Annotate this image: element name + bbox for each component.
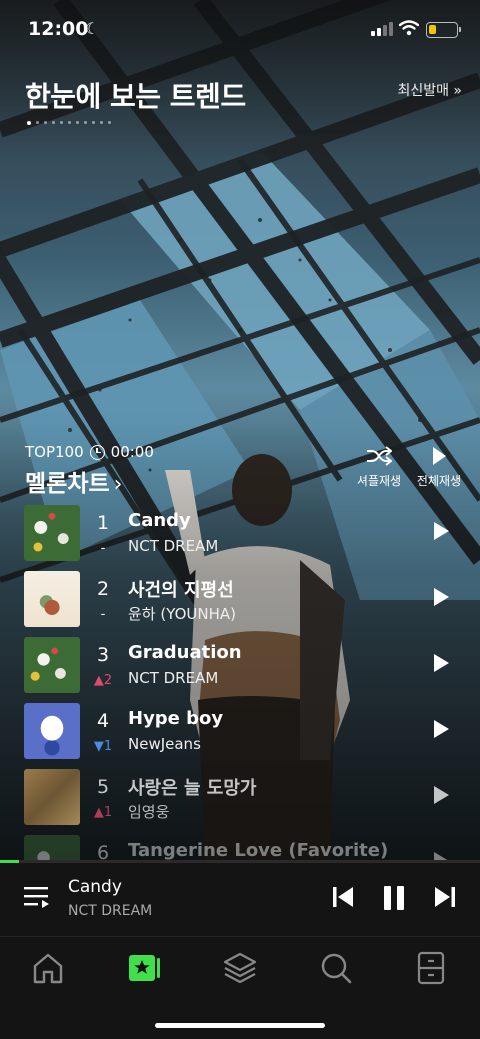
album-art	[24, 769, 80, 825]
chart-title-link[interactable]: 멜론차트 ›	[25, 464, 122, 498]
battery-icon	[426, 22, 461, 38]
library-layers-icon[interactable]	[222, 951, 258, 985]
track-row[interactable]: 1 - Candy NCT DREAM	[0, 502, 480, 568]
track-row[interactable]: 3 ▲2 Graduation NCT DREAM	[0, 634, 480, 700]
track-row[interactable]: 2 - 사건의 지평선 윤하 (YOUNHA)	[0, 568, 480, 634]
album-art	[24, 835, 80, 860]
play-all-label: 전체재생	[416, 474, 462, 488]
rank-change-value: 1	[103, 805, 113, 820]
track-title: Graduation	[128, 642, 242, 663]
rank-change: ▼1	[88, 739, 118, 754]
album-art	[24, 571, 80, 627]
carousel-dot[interactable]	[84, 121, 87, 124]
track-title: Hype boy	[128, 708, 224, 729]
carousel-dot[interactable]	[68, 121, 71, 124]
rank-change: -	[100, 541, 106, 556]
shuffle-icon	[367, 446, 392, 466]
now-playing-artist: NCT DREAM	[68, 903, 153, 919]
track-rank: 4	[96, 710, 110, 732]
carousel-dot[interactable]	[92, 121, 95, 124]
home-indicator[interactable]	[155, 1023, 325, 1028]
carousel-dot[interactable]	[100, 121, 103, 124]
track-artist: NCT DREAM	[128, 537, 219, 555]
rank-change: ▲2	[88, 673, 118, 688]
album-art	[24, 505, 80, 561]
carousel-dot[interactable]	[76, 121, 79, 124]
previous-track-icon[interactable]	[332, 885, 354, 909]
track-title: Tangerine Love (Favorite)	[128, 840, 389, 860]
wifi-icon	[399, 20, 419, 36]
track-rank: 6	[96, 842, 110, 860]
chevron-right-icon: ›	[113, 472, 123, 497]
carousel-dot[interactable]	[36, 121, 39, 124]
track-artist: NCT DREAM	[128, 669, 219, 687]
carousel-dot[interactable]	[108, 121, 111, 124]
status-time: 12:00	[28, 18, 89, 40]
track-row[interactable]: 4 ▼1 Hype boy NewJeans	[0, 700, 480, 766]
carousel-dot[interactable]	[27, 120, 31, 125]
home-icon[interactable]	[30, 951, 66, 985]
rank-up-icon: ▲	[93, 673, 104, 688]
row-play-icon[interactable]	[434, 720, 449, 738]
top100-label: TOP100	[25, 443, 84, 461]
row-play-icon[interactable]	[434, 852, 449, 860]
track-artist: NewJeans	[128, 735, 201, 753]
moon-icon: ☾	[85, 19, 100, 38]
album-art	[24, 703, 80, 759]
track-rank: 3	[96, 644, 110, 666]
shuffle-play-button[interactable]: 셔플재생	[352, 446, 406, 489]
search-icon[interactable]	[318, 951, 354, 985]
album-art	[24, 637, 80, 693]
rank-change: -	[100, 607, 106, 622]
track-title: 사건의 지평선	[128, 580, 234, 601]
playlist-icon[interactable]	[24, 885, 50, 909]
track-title: 사랑은 늘 도망가	[128, 778, 257, 799]
cellular-signal-icon	[371, 22, 393, 36]
new-release-link[interactable]: 최신발매 »	[397, 80, 462, 100]
row-play-icon[interactable]	[434, 588, 449, 606]
next-track-icon[interactable]	[434, 885, 456, 909]
track-row[interactable]: 5 ▲1 사랑은 늘 도망가 임영웅	[0, 766, 480, 832]
row-play-icon[interactable]	[434, 654, 449, 672]
chart-timer: 00:00	[110, 443, 154, 461]
now-playing-title: Candy	[68, 877, 122, 897]
carousel-dot[interactable]	[52, 121, 55, 124]
carousel-dot[interactable]	[60, 121, 63, 124]
play-all-button[interactable]: 전체재생	[412, 446, 466, 489]
play-icon	[433, 447, 446, 465]
top100-header: TOP100 00:00	[25, 443, 154, 461]
melon-chart-icon[interactable]	[126, 951, 162, 985]
track-row[interactable]: 6 Tangerine Love (Favorite)	[0, 832, 480, 860]
row-play-icon[interactable]	[434, 522, 449, 540]
track-title: Candy	[128, 510, 191, 531]
track-rank: 2	[96, 578, 110, 600]
mini-player[interactable]: Candy NCT DREAM	[0, 863, 480, 936]
status-bar: 12:00 ☾	[0, 0, 480, 60]
carousel-dot[interactable]	[44, 121, 47, 124]
track-rank: 5	[96, 776, 110, 798]
chart-title: 멜론차트	[25, 471, 110, 497]
track-artist: 윤하 (YOUNHA)	[128, 605, 236, 623]
track-artist: 임영웅	[128, 803, 170, 821]
drawer-icon[interactable]	[413, 951, 449, 985]
shuffle-label: 셔플재생	[356, 474, 402, 488]
row-play-icon[interactable]	[434, 786, 449, 804]
rank-change-value: 1	[103, 739, 113, 754]
rank-change-value: 2	[103, 673, 113, 688]
carousel-dots	[27, 120, 111, 125]
track-rank: 1	[96, 512, 110, 534]
chart-track-list: 1 - Candy NCT DREAM 2 - 사건의 지평선 윤하 (YOUN…	[0, 500, 480, 860]
clock-icon	[89, 444, 105, 460]
rank-down-icon: ▼	[93, 739, 104, 754]
rank-up-icon: ▲	[93, 805, 104, 820]
pause-icon[interactable]	[382, 885, 406, 911]
trend-title: 한눈에 보는 트렌드	[25, 80, 246, 113]
rank-change: ▲1	[88, 805, 118, 820]
